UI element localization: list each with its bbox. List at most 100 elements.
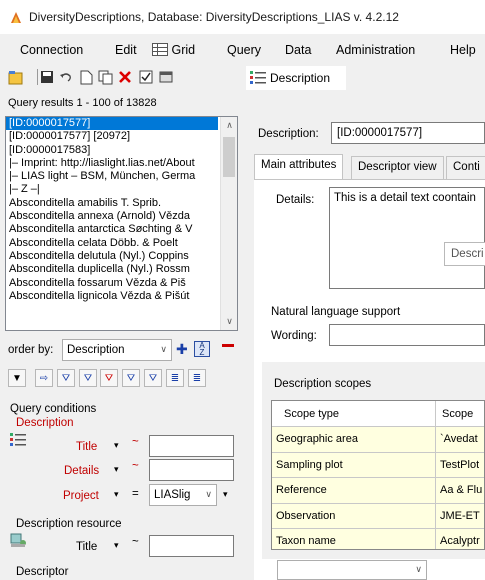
window-title: DiversityDescriptions, Database: Diversi…	[29, 10, 399, 24]
nls-label: Natural language support	[271, 306, 401, 318]
details-filter-input[interactable]	[149, 459, 234, 481]
scope-type-cell[interactable]: Sampling plot	[276, 459, 343, 471]
grid-header-scope-type[interactable]: Scope type	[284, 408, 339, 420]
menu-bar: Connection Edit Grid Query Data Administ…	[0, 36, 485, 62]
scopes-grid[interactable]: Scope type Scope Geographic area `Avedat S…	[271, 400, 485, 550]
list-item[interactable]: Absconditella antarctica Søchting & V	[6, 223, 237, 236]
list-item[interactable]: Absconditella annexa (Arnold) Vězda	[6, 210, 237, 223]
menu-grid[interactable]: Grid	[152, 43, 195, 57]
details-text: This is a detail text coontain	[334, 192, 476, 204]
table-row[interactable]: Taxon name Acalyptr	[272, 529, 484, 549]
project-select[interactable]: LIASlig ∨	[149, 484, 217, 506]
scope-type-cell[interactable]: Geographic area	[276, 433, 358, 445]
scroll-up-icon[interactable]: ∧	[224, 120, 235, 131]
scope-value-cell[interactable]: JME-ET	[440, 510, 480, 522]
table-row[interactable]: Sampling plot TestPlot	[272, 452, 484, 478]
filter-next-icon[interactable]: ⛛	[122, 369, 140, 387]
list-item[interactable]: [ID:0000017577]	[6, 117, 219, 132]
wording-label: Wording:	[271, 330, 317, 342]
menu-connection[interactable]: Connection	[20, 43, 83, 57]
menu-administration[interactable]: Administration	[336, 43, 415, 57]
details-view-icon[interactable]: ≣	[188, 369, 206, 387]
vertical-scrollbar[interactable]: ∧ ∨	[220, 117, 237, 330]
chevron-down-icon: ∨	[415, 564, 422, 574]
description-resource-label: Description resource	[16, 518, 122, 530]
chevron-down-icon: ∨	[205, 489, 212, 499]
wording-input[interactable]	[329, 324, 485, 346]
details-textarea[interactable]: This is a detail text coontain	[329, 187, 485, 289]
panel-icon[interactable]	[157, 68, 175, 86]
scroll-down-icon[interactable]: ∨	[224, 316, 235, 327]
filter-clear-icon[interactable]: ⛛	[144, 369, 162, 387]
resource-title-label: Title	[76, 541, 98, 553]
list-item[interactable]: Absconditella amabilis T. Sprib.	[6, 197, 237, 210]
scope-type-cell[interactable]: Observation	[276, 510, 335, 522]
details-filter-label: Details	[64, 465, 100, 477]
table-row[interactable]: Geographic area `Avedat	[272, 427, 484, 453]
list-item[interactable]: [ID:0000017583]	[6, 144, 237, 157]
sort-az-icon[interactable]: AZ	[194, 341, 210, 357]
app-icon	[11, 12, 21, 23]
scope-type-cell[interactable]: Reference	[276, 484, 327, 496]
grid-header-scope[interactable]: Scope	[442, 408, 473, 420]
scope-value-cell[interactable]: Aa & Flu	[440, 484, 482, 496]
project-more-icon[interactable]: ▾	[223, 489, 228, 500]
save-icon[interactable]	[38, 68, 56, 86]
filter-remove-icon[interactable]: ⛛	[100, 369, 118, 387]
arrow-right-icon[interactable]: ⇨	[35, 369, 53, 387]
minus-icon[interactable]	[222, 344, 234, 347]
list-view-icon[interactable]: ≣	[166, 369, 184, 387]
list-item[interactable]: |– LIAS light – BSM, München, Germa	[6, 170, 237, 183]
resource-operator-icon[interactable]: ▾	[114, 540, 119, 551]
open-icon[interactable]	[6, 68, 24, 86]
tooltip-text: Descri	[451, 248, 484, 260]
scope-value-cell[interactable]: TestPlot	[440, 459, 479, 471]
resource-icon	[10, 533, 26, 547]
tab-description[interactable]: Description	[246, 66, 346, 90]
new-icon[interactable]	[77, 68, 95, 86]
list-item[interactable]: Absconditella duplicella (Nyl.) Rossm	[6, 263, 237, 276]
pin-icon[interactable]: ✚	[176, 341, 188, 358]
descriptor-label: Descriptor	[16, 566, 69, 578]
list-item[interactable]: Absconditella celata Döbb. & Poelt	[6, 237, 237, 250]
order-by-select[interactable]: Description ∨	[62, 339, 172, 361]
filter-icon[interactable]: ⛛	[57, 369, 75, 387]
title-operator-icon[interactable]: ▾	[114, 440, 119, 451]
scope-type-cell[interactable]: Taxon name	[276, 535, 336, 547]
tab-main-attributes[interactable]: Main attributes	[254, 154, 344, 180]
tab-descriptor-view[interactable]: Descriptor view	[351, 156, 444, 180]
query-results-label: Query results 1 - 100 of 13828	[8, 97, 157, 109]
menu-data[interactable]: Data	[285, 43, 311, 57]
query-results-list[interactable]: [ID:0000017577] [ID:0000017577] [20972] [I…	[5, 116, 238, 331]
scope-value-cell[interactable]: `Avedat	[440, 433, 478, 445]
details-tilde: ~	[132, 460, 139, 472]
list-item[interactable]: Absconditella lignicola Vězda & Pišút	[6, 290, 237, 303]
checkbox-icon[interactable]	[137, 68, 155, 86]
copy-icon[interactable]	[96, 68, 114, 86]
filter-add-icon[interactable]: ⛛	[79, 369, 97, 387]
undo-icon[interactable]	[57, 68, 75, 86]
table-row[interactable]: Reference Aa & Flu	[272, 478, 484, 504]
scroll-thumb[interactable]	[223, 137, 235, 177]
tooltip: Descri	[444, 242, 485, 266]
title-filter-input[interactable]	[149, 435, 234, 457]
tab-continued[interactable]: Conti	[446, 156, 485, 180]
project-operator-icon[interactable]: ▾	[114, 489, 119, 500]
menu-help[interactable]: Help	[450, 43, 476, 57]
resource-title-input[interactable]	[149, 535, 234, 557]
dropdown-icon[interactable]: ▼	[8, 369, 26, 387]
menu-edit[interactable]: Edit	[115, 43, 137, 57]
list-item[interactable]: Absconditella delutula (Nyl.) Coppins	[6, 250, 237, 263]
scope-value-cell[interactable]: Acalyptr	[440, 535, 480, 547]
list-item[interactable]: |– Imprint: http://liaslight.lias.net/Ab…	[6, 157, 237, 170]
list-item[interactable]: |– Z –|	[6, 183, 237, 196]
table-row[interactable]: Observation JME-ET	[272, 503, 484, 529]
menu-query[interactable]: Query	[227, 43, 261, 57]
details-operator-icon[interactable]: ▾	[114, 464, 119, 475]
scope-add-select[interactable]: ∨	[277, 560, 427, 580]
description-field[interactable]: [ID:0000017577]	[331, 122, 485, 144]
list-item[interactable]: Absconditella fossarum Vězda & Piš	[6, 277, 237, 290]
list-item[interactable]: [ID:0000017577] [20972]	[6, 130, 237, 143]
delete-icon[interactable]	[116, 68, 134, 86]
description-section-label: Description	[16, 417, 74, 429]
